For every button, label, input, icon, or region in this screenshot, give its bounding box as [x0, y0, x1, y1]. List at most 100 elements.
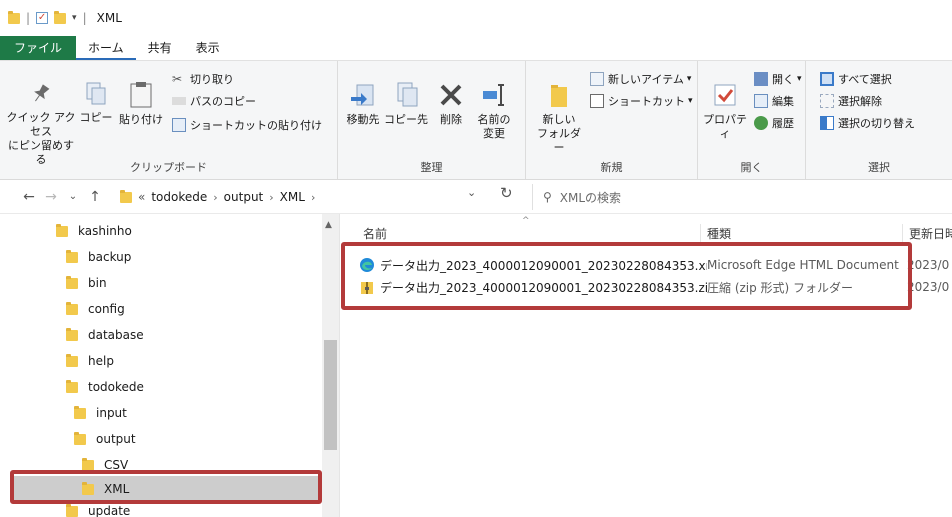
delete-x-icon: [440, 84, 462, 106]
cut-button[interactable]: ✂ 切り取り: [172, 71, 234, 87]
folder-icon: [66, 504, 78, 517]
forward-arrow-icon[interactable]: →: [40, 189, 62, 205]
copy-to-button[interactable]: コピー先: [384, 81, 428, 127]
select-all-icon: [820, 72, 834, 86]
tree-item-todokede[interactable]: todokede: [0, 374, 320, 400]
chevron-right-icon: ›: [310, 190, 316, 204]
pin-quick-access-button[interactable]: クイック アクセス にピン留めする: [6, 81, 76, 167]
breadcrumb-overflow[interactable]: «: [138, 190, 145, 204]
address-bar: ← → ⌄ ↑ « todokede › output › XML › ⌄ ↻ …: [0, 180, 952, 214]
tree-item-output[interactable]: output: [0, 426, 320, 452]
quick-access-dropdown-icon[interactable]: ▾: [72, 13, 77, 23]
refresh-icon[interactable]: ↻: [500, 184, 513, 202]
search-input[interactable]: ⚲ XMLの検索: [532, 184, 952, 210]
title-separator: |: [82, 11, 87, 25]
new-item-icon: [590, 72, 604, 86]
properties-check-icon[interactable]: ✓: [36, 12, 49, 24]
folder-icon: [74, 431, 86, 445]
new-folder-icon: [551, 85, 567, 107]
folder-icon: [66, 249, 78, 263]
tree-item-backup[interactable]: backup: [0, 244, 320, 270]
select-group: すべて選択 選択解除 選択の切り替え 選択: [806, 61, 952, 179]
folder-icon: [66, 275, 78, 289]
scroll-up-icon[interactable]: ▲: [325, 220, 332, 230]
tab-file[interactable]: ファイル: [0, 36, 77, 60]
folder-icon: [66, 379, 78, 393]
properties-button[interactable]: プロパティ: [700, 81, 750, 141]
breadcrumb[interactable]: « todokede › output › XML ›: [120, 185, 525, 209]
search-icon: ⚲: [543, 190, 552, 204]
delete-button[interactable]: 削除: [434, 81, 468, 127]
title-bar: | ✓ ▾ | XML: [0, 0, 952, 36]
nav-scrollbar-thumb[interactable]: [324, 340, 337, 450]
tab-home[interactable]: ホーム: [76, 36, 136, 60]
tree-item-kashinho[interactable]: kashinho: [0, 218, 320, 244]
folder-icon: [66, 327, 78, 341]
column-header-name[interactable]: 名前: [341, 224, 701, 244]
open-group: プロパティ 開く ▾ 編集 履歴 開く: [698, 61, 806, 179]
shortcut-button[interactable]: ショートカット ▾: [590, 93, 693, 109]
open-icon: [754, 72, 768, 86]
new-group-label: 新規: [600, 161, 623, 174]
ribbon-tabs: ファイル ホーム 共有 表示: [0, 36, 952, 60]
window-title: XML: [96, 11, 122, 25]
breadcrumb-todokede[interactable]: todokede: [151, 190, 207, 204]
new-folder-quick-icon[interactable]: [54, 10, 67, 24]
copy-button[interactable]: コピー: [78, 81, 114, 125]
new-folder-button[interactable]: 新しい フォルダー: [534, 81, 584, 155]
tree-item-input[interactable]: input: [0, 400, 320, 426]
tree-item-help[interactable]: help: [0, 348, 320, 374]
select-all-button[interactable]: すべて選択: [820, 71, 892, 87]
breadcrumb-xml[interactable]: XML: [280, 190, 305, 204]
copy-to-icon: [397, 82, 418, 107]
rename-button[interactable]: 名前の 変更: [470, 81, 518, 141]
invert-selection-button[interactable]: 選択の切り替え: [820, 115, 915, 131]
move-to-icon: [351, 84, 374, 106]
paste-shortcut-icon: [172, 118, 186, 132]
ribbon: クイック アクセス にピン留めする コピー 貼り付け ✂ 切り取り パスのコピー: [0, 60, 952, 180]
file-date: 2023/0: [907, 280, 950, 294]
folder-icon: [120, 189, 132, 203]
history-button[interactable]: 履歴: [754, 115, 794, 131]
dropdown-arrow-icon: ▾: [688, 96, 693, 106]
tree-item-update[interactable]: update: [0, 502, 320, 517]
paste-button[interactable]: 貼り付け: [116, 81, 166, 127]
select-none-icon: [820, 94, 834, 108]
select-group-label: 選択: [868, 161, 890, 174]
organize-group: 移動先 コピー先 削除 名前の 変更 整理: [338, 61, 526, 179]
open-button[interactable]: 開く ▾: [754, 71, 802, 87]
paste-shortcut-button[interactable]: ショートカットの貼り付け: [172, 117, 322, 133]
folder-icon: [82, 457, 94, 471]
rename-icon: [483, 84, 504, 106]
shortcut-icon: [590, 94, 604, 108]
edit-button[interactable]: 編集: [754, 93, 794, 109]
copy-path-button[interactable]: パスのコピー: [172, 93, 256, 109]
tab-share[interactable]: 共有: [136, 36, 184, 60]
tree-item-database[interactable]: database: [0, 322, 320, 348]
path-icon: [172, 97, 186, 105]
folder-icon: [66, 353, 78, 367]
move-to-button[interactable]: 移動先: [342, 81, 384, 127]
select-none-button[interactable]: 選択解除: [820, 93, 882, 109]
tab-view[interactable]: 表示: [184, 36, 232, 60]
column-header-type[interactable]: 種類: [701, 224, 903, 244]
dropdown-arrow-icon: ▾: [797, 74, 802, 84]
copy-icon: [86, 82, 106, 105]
recent-dropdown-icon[interactable]: ⌄: [62, 191, 84, 202]
folder-icon: [66, 301, 78, 315]
tree-item-config[interactable]: config: [0, 296, 320, 322]
history-icon: [754, 116, 768, 130]
new-group: 新しい フォルダー 新しいアイテム ▾ ショートカット ▾ 新規: [526, 61, 698, 179]
folder-icon: [56, 223, 68, 237]
up-arrow-icon[interactable]: ↑: [84, 189, 106, 205]
chevron-right-icon: ›: [213, 190, 218, 204]
new-item-button[interactable]: 新しいアイテム ▾: [590, 71, 691, 87]
back-arrow-icon[interactable]: ←: [18, 189, 40, 205]
annotation-highlight-files: [341, 242, 912, 310]
address-dropdown-icon[interactable]: ⌄: [467, 186, 476, 199]
breadcrumb-output[interactable]: output: [224, 190, 264, 204]
organize-group-label: 整理: [420, 161, 443, 174]
tree-item-bin[interactable]: bin: [0, 270, 320, 296]
column-header-date[interactable]: 更新日時: [903, 224, 952, 244]
paste-icon: [130, 82, 152, 108]
